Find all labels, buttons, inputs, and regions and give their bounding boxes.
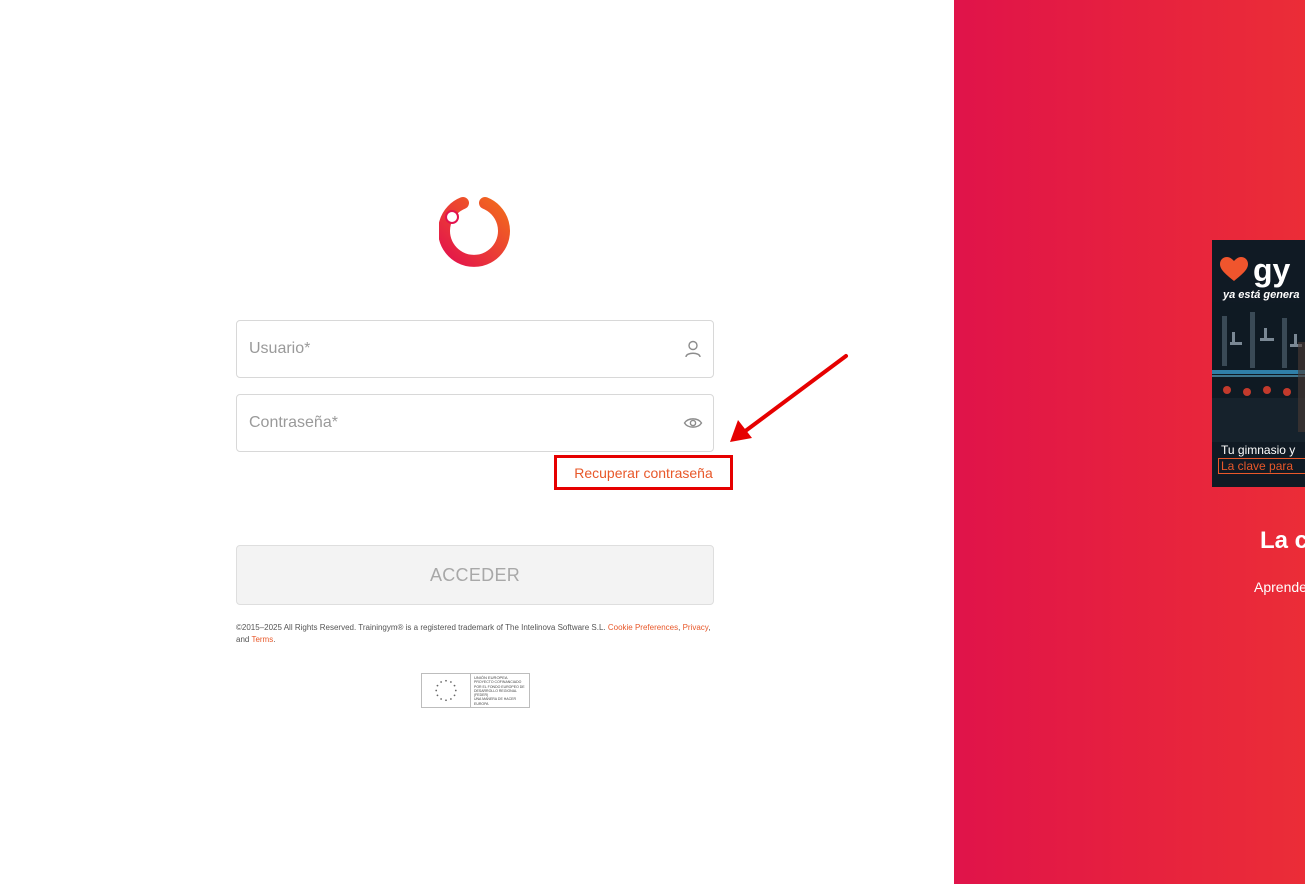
username-field: [236, 320, 714, 378]
login-panel: Recuperar contraseña ACCEDER ©2015–2025 …: [0, 0, 954, 884]
trainingym-logo: [439, 197, 510, 267]
eu-badge-text: UNIÓN EUROPEA PROYECTO COFINANCIADO POR …: [474, 675, 529, 706]
promo-gym-image: [1212, 302, 1305, 442]
recover-password-link[interactable]: Recuperar contraseña: [557, 458, 730, 487]
user-icon: [685, 340, 701, 358]
promo-headline: La c: [1260, 527, 1305, 554]
recover-password-highlight: Recuperar contraseña: [554, 455, 733, 490]
privacy-link[interactable]: Privacy: [683, 623, 709, 632]
legal-text: ©2015–2025 All Rights Reserved. Training…: [236, 622, 714, 646]
separator-text: ,: [678, 623, 681, 632]
eye-icon[interactable]: [683, 413, 703, 433]
promo-tagline: ya está genera: [1223, 289, 1300, 301]
login-button[interactable]: ACCEDER: [236, 545, 714, 605]
promo-caption: Tu gimnasio y: [1221, 443, 1296, 457]
terms-link[interactable]: Terms: [251, 635, 273, 644]
promo-caption-highlight: La clave para: [1218, 458, 1305, 474]
eu-stars-icon: [435, 674, 471, 707]
password-input[interactable]: [237, 395, 713, 451]
eu-funding-badge: UNIÓN EUROPEA PROYECTO COFINANCIADO POR …: [421, 673, 530, 708]
password-field: [236, 394, 714, 452]
username-input[interactable]: [237, 321, 713, 377]
copyright-text: ©2015–2025 All Rights Reserved. Training…: [236, 623, 606, 632]
cookie-preferences-link[interactable]: Cookie Preferences: [608, 623, 678, 632]
separator-text: .: [273, 635, 276, 644]
promo-card[interactable]: gy ya está genera Tu gimnasio y La clave…: [1212, 240, 1305, 487]
promo-brand-name: gy: [1253, 252, 1291, 288]
promo-panel: gy ya está genera Tu gimnasio y La clave…: [954, 0, 1305, 884]
eu-badge-project: PROYECTO COFINANCIADO POR EL FONDO EUROP…: [474, 680, 525, 698]
promo-subline: Aprende: [1254, 579, 1305, 595]
heart-icon: [1220, 257, 1248, 281]
eu-badge-motto: Una manera de hacer Europa: [474, 697, 517, 706]
promo-brand: gy: [1220, 254, 1290, 286]
annotation-arrow: [730, 354, 848, 442]
